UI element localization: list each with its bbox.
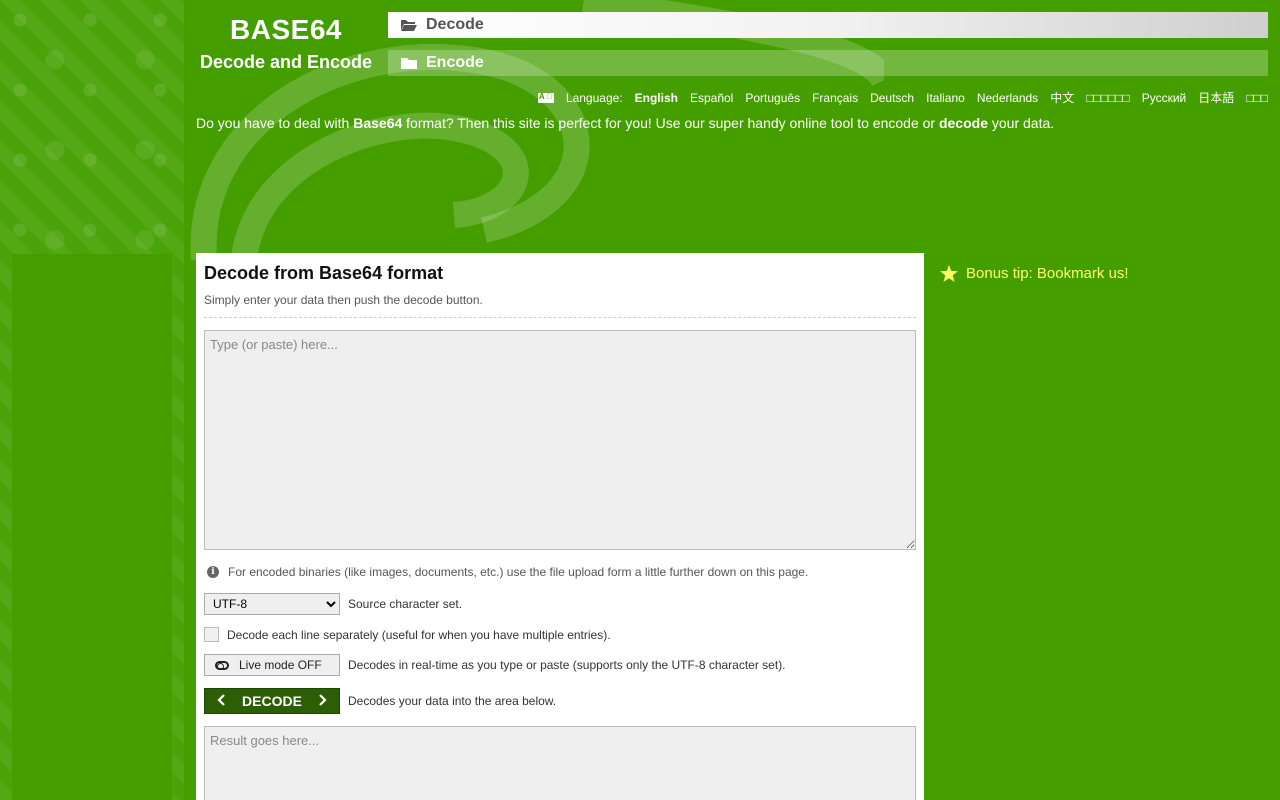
result-area[interactable]: Result goes here... [204, 726, 916, 800]
intro-bold-base64: Base64 [353, 115, 403, 131]
language-french[interactable]: Français [812, 91, 858, 105]
bonus-tip: Bonus tip: Bookmark us! [940, 265, 1129, 282]
brand: BASE64 Decode and Encode [188, 12, 384, 73]
language-icon [537, 92, 554, 103]
language-dutch[interactable]: Nederlands [977, 91, 1038, 105]
binary-note-text: For encoded binaries (like images, docum… [228, 565, 809, 579]
each-line-label: Decode each line separately (useful for … [227, 627, 611, 642]
star-icon [940, 265, 958, 282]
toggle-off-icon [215, 660, 229, 670]
nav-decode-label: Decode [426, 16, 484, 33]
decode-button[interactable]: DECODE [204, 688, 340, 714]
charset-select[interactable]: UTF-8 [204, 593, 340, 615]
language-russian[interactable]: Русский [1142, 91, 1187, 105]
chevron-right-icon [319, 693, 327, 709]
bonus-tip-text: Bonus tip: Bookmark us! [966, 265, 1129, 282]
panel-subtitle: Simply enter your data then push the dec… [204, 293, 483, 307]
language-other-1[interactable]: □□□□□□ [1086, 91, 1130, 105]
live-mode-row: Live mode OFF Decodes in real-time as yo… [204, 654, 916, 676]
live-mode-desc: Decodes in real-time as you type or past… [348, 658, 786, 672]
each-line-row: Decode each line separately (useful for … [204, 627, 916, 642]
each-line-checkbox[interactable] [204, 627, 219, 642]
site-subtitle: Decode and Encode [199, 52, 373, 72]
site-title[interactable]: BASE64 [188, 12, 384, 48]
nav-encode[interactable]: Encode [388, 50, 1268, 76]
language-japanese[interactable]: 日本語 [1198, 89, 1234, 106]
intro-part-2: format? Then this site is perfect for yo… [402, 115, 939, 131]
language-other-2[interactable]: □□□ [1246, 91, 1268, 105]
info-icon: i [207, 566, 219, 578]
nav-decode[interactable]: Decode [388, 12, 1268, 38]
folder-icon [400, 56, 418, 70]
decode-button-label: DECODE [242, 693, 302, 709]
language-chinese[interactable]: 中文 [1050, 89, 1074, 106]
intro-bold-decode: decode [938, 115, 988, 131]
left-ad-slot [12, 254, 172, 800]
language-label: Language: [565, 90, 623, 105]
panel-title: Decode from Base64 format [204, 263, 444, 283]
language-selector: Language: English Español Português Fran… [537, 89, 1268, 106]
language-german[interactable]: Deutsch [870, 91, 914, 105]
language-portuguese[interactable]: Português [745, 91, 800, 105]
input-textarea[interactable] [204, 330, 916, 550]
chevron-left-icon [217, 693, 225, 709]
intro-part-1: Do you have to deal with [196, 115, 354, 131]
intro-text: Do you have to deal with Base64 format? … [196, 115, 1054, 131]
charset-row: UTF-8 Source character set. [204, 593, 916, 615]
live-mode-toggle[interactable]: Live mode OFF [204, 654, 340, 676]
decode-row: DECODE Decodes your data into the area b… [204, 688, 916, 714]
language-english[interactable]: English [635, 91, 678, 105]
folder-open-icon [400, 18, 418, 32]
decode-desc: Decodes your data into the area below. [348, 694, 557, 708]
language-spanish[interactable]: Español [690, 91, 733, 105]
charset-label: Source character set. [348, 597, 463, 611]
binary-note: i For encoded binaries (like images, doc… [204, 565, 916, 579]
live-mode-label: Live mode OFF [239, 658, 322, 672]
decode-panel: Decode from Base64 format Simply enter y… [196, 253, 924, 800]
intro-part-3: your data. [987, 115, 1055, 131]
divider [204, 317, 916, 318]
language-italian[interactable]: Italiano [926, 91, 965, 105]
nav-encode-label: Encode [426, 54, 484, 71]
